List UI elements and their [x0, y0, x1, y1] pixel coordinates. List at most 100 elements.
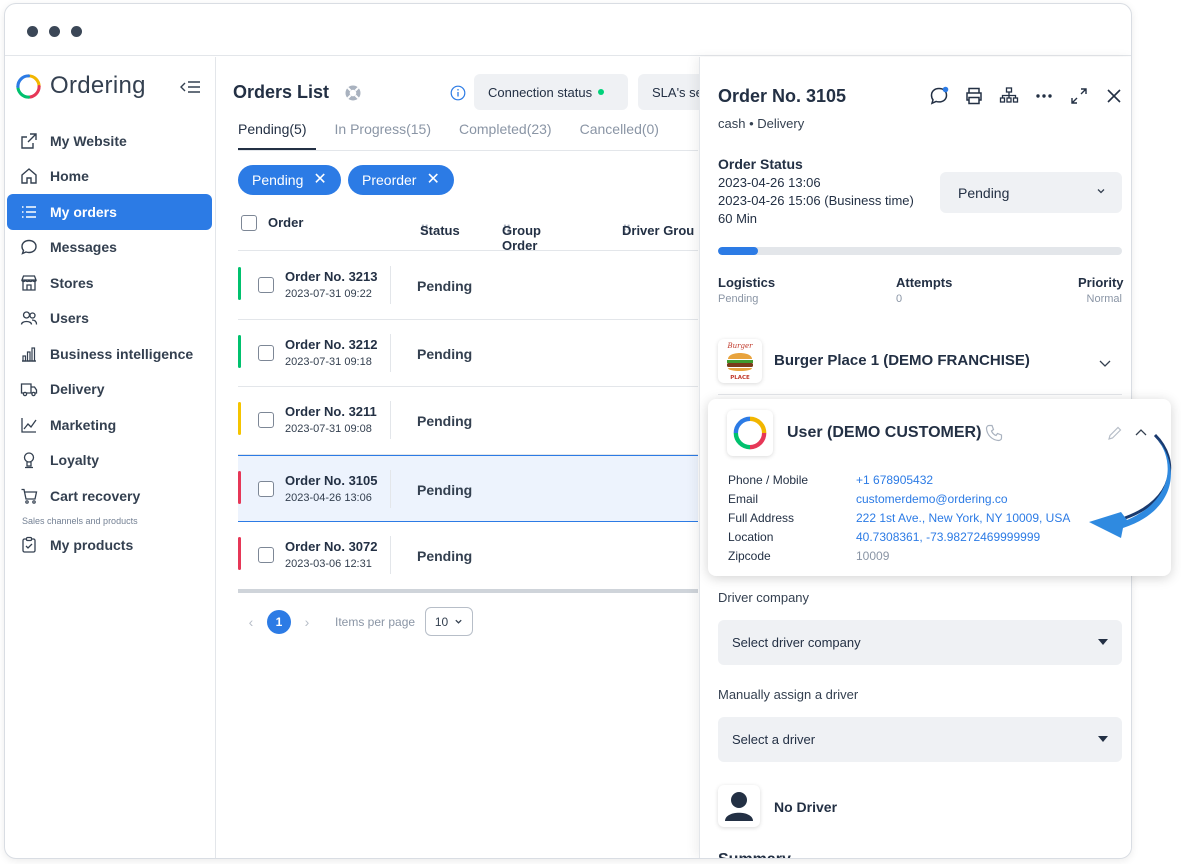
sidebar-item-users[interactable]: Users — [7, 301, 212, 337]
tab-cancelled[interactable]: Cancelled(0) — [580, 121, 659, 137]
orders-main: Orders List Connection status SLA's se P… — [217, 57, 718, 858]
tab-pending[interactable]: Pending(5) — [238, 121, 307, 137]
horizontal-scrollbar[interactable] — [238, 589, 698, 593]
more-icon[interactable] — [1033, 85, 1055, 107]
collapse-sidebar-icon[interactable] — [179, 77, 201, 97]
active-tab-indicator — [238, 148, 316, 150]
sidebar-item-business-intelligence[interactable]: Business intelligence — [7, 336, 212, 372]
order-status: Pending — [417, 548, 473, 564]
online-indicator — [598, 89, 605, 95]
sidebar-item-my-products[interactable]: My products — [7, 528, 212, 564]
connection-status-button[interactable]: Connection status — [474, 74, 628, 110]
expand-icon[interactable] — [1068, 85, 1090, 107]
chat-icon — [21, 240, 37, 256]
sidebar-item-stores[interactable]: Stores — [7, 265, 212, 301]
column-label: Driver Grou — [622, 223, 695, 238]
ordering-logo-icon — [16, 73, 41, 99]
store-section[interactable]: Burger PLACE Burger Place 1 (DEMO FRANCH… — [718, 339, 1122, 395]
table-row[interactable]: Order No. 3212 2023-07-31 09:18 Pending — [238, 320, 698, 387]
close-icon[interactable]: ✕ — [313, 172, 326, 188]
chevron-down-icon — [1097, 189, 1105, 194]
column-header-order[interactable]: Order — [268, 215, 303, 230]
order-date: 2023-07-31 09:08 — [285, 423, 372, 435]
logistics-label: Logistics — [718, 275, 776, 290]
filter-chip-pending[interactable]: Pending ✕ — [238, 165, 341, 195]
tab-completed[interactable]: Completed(23) — [459, 121, 552, 137]
items-per-page-value: 10 — [434, 614, 449, 629]
users-icon — [20, 311, 38, 325]
chat-icon[interactable] — [928, 85, 950, 107]
driver-company-select[interactable]: Select driver company — [718, 620, 1122, 665]
table-row[interactable]: Order No. 3211 2023-07-31 09:08 Pending — [238, 387, 698, 455]
order-number: Order No. 3072 — [285, 539, 378, 554]
cell-divider — [390, 333, 391, 372]
chevron-down-icon[interactable] — [1098, 356, 1112, 370]
table-row[interactable]: Order No. 3072 2023-03-06 12:31 Pending — [238, 522, 698, 590]
table-row[interactable]: Order No. 3213 2023-07-31 09:22 Pending — [238, 252, 698, 320]
cell-divider — [390, 401, 391, 439]
row-checkbox[interactable] — [258, 412, 274, 428]
table-row[interactable]: Order No. 3105 2023-04-26 13:06 Pending — [238, 454, 698, 522]
row-checkbox[interactable] — [258, 344, 274, 361]
sidebar-item-delivery[interactable]: Delivery — [7, 372, 212, 408]
window-dot[interactable] — [27, 26, 38, 37]
order-number: Order No. 3105 — [285, 472, 378, 488]
pagination: ‹ 1 › Items per page 10 — [243, 607, 474, 636]
order-date: 2023-07-31 09:22 — [285, 288, 372, 300]
hierarchy-icon[interactable] — [998, 85, 1020, 107]
page-number-button[interactable]: 1 — [267, 609, 291, 634]
sidebar-item-label: My orders — [50, 203, 117, 220]
sidebar-item-my-orders[interactable]: My orders — [7, 194, 212, 230]
sidebar-item-home[interactable]: Home — [7, 159, 212, 195]
sidebar-item-label: Users — [50, 310, 89, 327]
customer-email[interactable]: customerdemo@ordering.co — [856, 490, 1008, 509]
sidebar-item-label: Delivery — [50, 381, 105, 398]
priority-bar — [238, 402, 241, 435]
sidebar-item-loyalty[interactable]: Loyalty — [7, 443, 212, 479]
print-icon[interactable] — [963, 85, 985, 107]
window-dot[interactable] — [49, 26, 60, 37]
info-icon[interactable] — [450, 85, 466, 101]
select-all-checkbox[interactable] — [241, 215, 257, 231]
row-checkbox[interactable] — [258, 480, 274, 497]
filter-chip-preorder[interactable]: Preorder ✕ — [348, 165, 454, 195]
customer-address[interactable]: 222 1st Ave., New York, NY 10009, USA — [856, 509, 1070, 528]
sidebar-item-label: Loyalty — [50, 452, 100, 469]
row-checkbox[interactable] — [258, 547, 274, 563]
close-icon[interactable]: ✕ — [426, 172, 439, 188]
customer-location[interactable]: 40.7308361, -73.98272469999999 — [856, 528, 1040, 547]
window-titlebar — [5, 4, 1131, 56]
sidebar-item-messages[interactable]: Messages — [7, 230, 212, 266]
window-dot[interactable] — [71, 26, 82, 37]
tabs-divider — [238, 150, 698, 151]
sidebar-item-label: Stores — [50, 274, 94, 291]
driver-name: No Driver — [774, 799, 838, 815]
column-label: Group Order — [502, 223, 541, 253]
sidebar-item-my-website[interactable]: My Website — [7, 123, 212, 159]
chevron-right-icon[interactable]: › — [299, 614, 315, 630]
chevron-left-icon[interactable]: ‹ — [243, 614, 259, 630]
order-status-select[interactable]: Pending — [940, 172, 1122, 213]
customer-address-row: Full Address 222 1st Ave., New York, NY 1… — [728, 509, 1070, 528]
cell-divider — [390, 266, 391, 304]
row-checkbox[interactable] — [258, 277, 274, 293]
assign-driver-select[interactable]: Select a driver — [718, 717, 1122, 762]
sidebar-item-marketing[interactable]: Marketing — [7, 407, 212, 443]
lifebuoy-icon[interactable] — [344, 84, 362, 102]
order-status-label: Order Status — [718, 156, 803, 172]
field-label: Zipcode — [728, 549, 771, 563]
cell-divider — [390, 469, 391, 508]
tab-in-progress[interactable]: In Progress(15) — [335, 121, 431, 137]
customer-phone[interactable]: +1 678905432 — [856, 471, 933, 490]
sidebar-item-cart-recovery[interactable]: Cart recovery — [7, 478, 212, 514]
order-status: Pending — [417, 278, 473, 294]
customer-phone-row: Phone / Mobile +1 678905432 — [728, 471, 1070, 490]
brand-name: Ordering — [50, 72, 146, 99]
close-icon[interactable] — [1103, 85, 1125, 107]
items-per-page-select[interactable]: 10 — [425, 607, 474, 636]
medal-icon — [23, 452, 35, 469]
brand-logo[interactable]: Ordering — [15, 71, 146, 101]
sidebar-item-label: Marketing — [50, 416, 117, 433]
phone-icon[interactable] — [984, 423, 1004, 443]
order-status: Pending — [417, 481, 473, 498]
